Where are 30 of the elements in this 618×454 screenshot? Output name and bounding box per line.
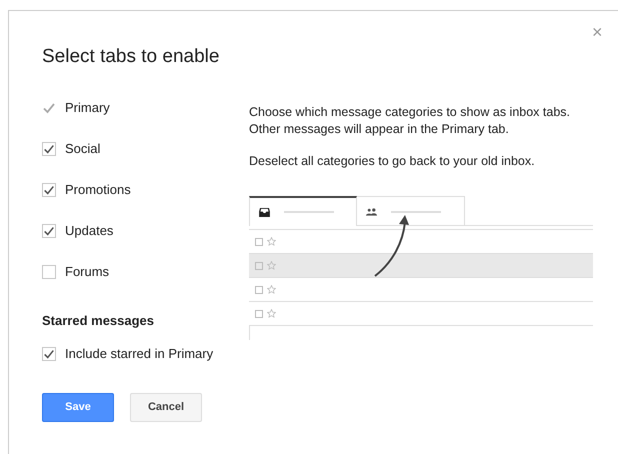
checkbox-label: Social [65, 140, 100, 158]
checkbox-icon [255, 262, 263, 270]
dialog-title: Select tabs to enable [42, 45, 220, 69]
checkbox[interactable] [42, 224, 56, 238]
checkbox-icon [255, 286, 263, 294]
description-text: Deselect all categories to go back to your old inbox. [249, 153, 536, 170]
placeholder-line [284, 211, 334, 213]
checkbox-label: Updates [65, 222, 114, 240]
cancel-button[interactable]: Cancel [130, 392, 202, 422]
checkbox[interactable] [42, 183, 56, 197]
checkbox-label: Include starred in Primary [65, 344, 214, 363]
description-text: Choose which message categories to show as inbox tabs. Other messages will appear in the Primary tab. [249, 104, 572, 138]
save-button[interactable]: Save [42, 392, 114, 422]
close-button[interactable]: × [592, 23, 603, 41]
placeholder-line [391, 210, 441, 212]
checkbox[interactable] [42, 346, 56, 360]
inbox-icon [259, 208, 270, 216]
checkbox-icon [255, 310, 263, 318]
checkbox[interactable] [42, 142, 56, 156]
people-icon [366, 208, 377, 216]
checkbox-label: Promotions [65, 181, 131, 200]
section-heading: Starred messages [42, 312, 156, 330]
checkbox-label: Forums [65, 263, 110, 282]
star-icon [267, 237, 276, 246]
star-icon [267, 309, 276, 318]
star-icon [267, 285, 276, 294]
star-icon [267, 261, 276, 270]
checkbox-label: Primary [65, 99, 110, 118]
checkbox[interactable] [42, 265, 56, 279]
checkbox-icon [255, 238, 263, 246]
